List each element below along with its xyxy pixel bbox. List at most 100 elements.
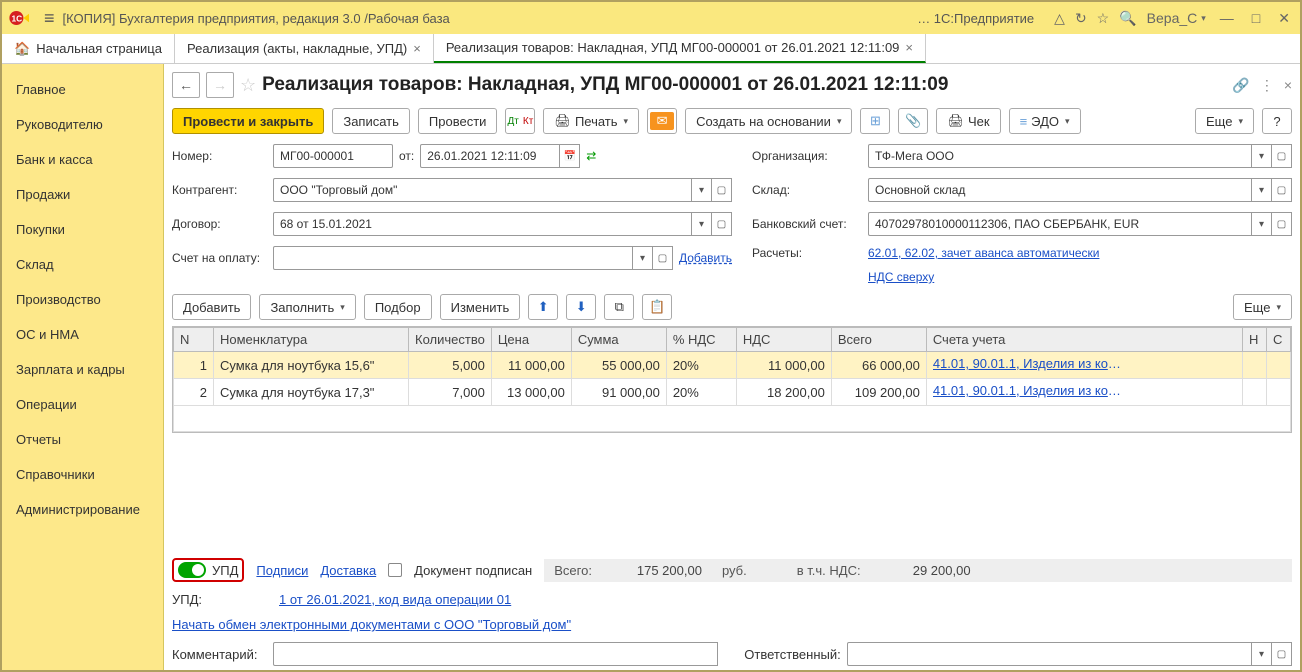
- open-icon[interactable]: ▢: [1272, 642, 1292, 666]
- sidebar-item[interactable]: Покупки: [2, 212, 163, 247]
- col-price[interactable]: Цена: [491, 328, 571, 352]
- sidebar-item[interactable]: Производство: [2, 282, 163, 317]
- calendar-icon[interactable]: 📅: [560, 144, 580, 168]
- col-total[interactable]: Всего: [831, 328, 926, 352]
- move-down-button[interactable]: ⬇: [566, 294, 596, 320]
- sidebar-item[interactable]: ОС и НМА: [2, 317, 163, 352]
- history-icon[interactable]: ↻: [1075, 10, 1087, 27]
- print-button[interactable]: 🖨Печать▾: [543, 108, 639, 134]
- contract-input[interactable]: 68 от 15.01.2021 ▾ ▢: [273, 212, 732, 236]
- warehouse-input[interactable]: Основной склад ▾ ▢: [868, 178, 1292, 202]
- col-vat[interactable]: НДС: [736, 328, 831, 352]
- kebab-icon[interactable]: ⋮: [1260, 77, 1274, 94]
- sidebar-item[interactable]: Справочники: [2, 457, 163, 492]
- select-button[interactable]: Подбор: [364, 294, 432, 320]
- open-icon[interactable]: ▢: [1272, 144, 1292, 168]
- open-icon[interactable]: ▢: [1272, 212, 1292, 236]
- link-icon[interactable]: 🔗: [1232, 77, 1249, 94]
- comment-input[interactable]: [273, 642, 718, 666]
- envelope-button[interactable]: ✉: [647, 108, 677, 134]
- close-form-icon[interactable]: ×: [1284, 77, 1292, 93]
- col-qty[interactable]: Количество: [409, 328, 492, 352]
- col-nomenclature[interactable]: Номенклатура: [214, 328, 409, 352]
- chevron-down-icon[interactable]: ▾: [633, 246, 653, 270]
- sidebar-item[interactable]: Банк и касса: [2, 142, 163, 177]
- accounts-link[interactable]: 41.01, 90.01.1, Изделия из кожи, 90.0…: [933, 383, 1123, 398]
- signatures-link[interactable]: Подписи: [256, 563, 308, 578]
- chevron-down-icon[interactable]: ▾: [1252, 144, 1272, 168]
- table-row[interactable]: 2 Сумка для ноутбука 17,3" 7,000 13 000,…: [174, 379, 1291, 406]
- chevron-down-icon[interactable]: ▾: [1252, 212, 1272, 236]
- col-n2[interactable]: Н: [1243, 328, 1267, 352]
- favorite-star-icon[interactable]: ☆: [240, 75, 256, 96]
- accounts-link[interactable]: 41.01, 90.01.1, Изделия из кожи, 90.0…: [933, 356, 1123, 371]
- structure-button[interactable]: ⊞: [860, 108, 890, 134]
- back-button[interactable]: ←: [172, 72, 200, 98]
- start-edo-link[interactable]: Начать обмен электронными документами с …: [172, 617, 571, 632]
- chevron-down-icon[interactable]: ▾: [692, 212, 712, 236]
- organization-input[interactable]: ТФ-Мега ООО ▾ ▢: [868, 144, 1292, 168]
- close-window-icon[interactable]: ✕: [1274, 10, 1294, 27]
- create-based-button[interactable]: Создать на основании▾: [685, 108, 852, 134]
- sidebar-item[interactable]: Главное: [2, 72, 163, 107]
- counterparty-input[interactable]: ООО "Торговый дом" ▾ ▢: [273, 178, 732, 202]
- add-row-button[interactable]: Добавить: [172, 294, 251, 320]
- chevron-down-icon[interactable]: ▾: [692, 178, 712, 202]
- col-sum[interactable]: Сумма: [571, 328, 666, 352]
- sidebar-item[interactable]: Зарплата и кадры: [2, 352, 163, 387]
- fill-button[interactable]: Заполнить▾: [259, 294, 355, 320]
- close-icon[interactable]: ×: [905, 40, 913, 55]
- col-n[interactable]: N: [174, 328, 214, 352]
- doc-signed-checkbox[interactable]: [388, 563, 402, 577]
- chevron-down-icon[interactable]: ▾: [1252, 642, 1272, 666]
- cheque-button[interactable]: 🖨Чек: [936, 108, 1000, 134]
- bank-account-input[interactable]: 40702978010000112306, ПАО СБЕРБАНК, EUR …: [868, 212, 1292, 236]
- open-icon[interactable]: ▢: [1272, 178, 1292, 202]
- table-row[interactable]: 1 Сумка для ноутбука 15,6" 5,000 11 000,…: [174, 352, 1291, 379]
- save-button[interactable]: Записать: [332, 108, 410, 134]
- tab-sales-list[interactable]: Реализация (акты, накладные, УПД) ×: [175, 34, 434, 63]
- chevron-down-icon[interactable]: ▾: [1252, 178, 1272, 202]
- sidebar-item[interactable]: Администрирование: [2, 492, 163, 527]
- sidebar-item[interactable]: Продажи: [2, 177, 163, 212]
- sidebar-item[interactable]: Склад: [2, 247, 163, 282]
- number-input[interactable]: МГ00-000001: [273, 144, 393, 168]
- col-accounts[interactable]: Счета учета: [926, 328, 1242, 352]
- change-button[interactable]: Изменить: [440, 294, 521, 320]
- upd-toggle[interactable]: [178, 562, 206, 578]
- vat-mode-link[interactable]: НДС сверху: [868, 270, 934, 284]
- date-input[interactable]: 26.01.2021 12:11:09 📅: [420, 144, 580, 168]
- bell-icon[interactable]: △: [1054, 10, 1065, 27]
- open-icon[interactable]: ▢: [712, 178, 732, 202]
- more-button[interactable]: Еще▾: [1195, 108, 1254, 134]
- settlements-link[interactable]: 62.01, 62.02, зачет аванса автоматически: [868, 246, 1099, 260]
- sidebar-item[interactable]: Отчеты: [2, 422, 163, 457]
- favorites-icon[interactable]: ☆: [1097, 10, 1110, 27]
- add-invoice-link[interactable]: Добавить: [679, 251, 732, 265]
- post-button[interactable]: Провести: [418, 108, 498, 134]
- search-icon[interactable]: 🔍: [1119, 10, 1136, 27]
- attachment-button[interactable]: 📎: [898, 108, 928, 134]
- restore-icon[interactable]: □: [1248, 10, 1264, 26]
- col-vatp[interactable]: % НДС: [666, 328, 736, 352]
- col-s[interactable]: С: [1267, 328, 1291, 352]
- edo-button[interactable]: ≡ЭДО▾: [1009, 108, 1081, 134]
- responsible-input[interactable]: ▾ ▢: [847, 642, 1292, 666]
- table-more-button[interactable]: Еще▾: [1233, 294, 1292, 320]
- paste-button[interactable]: 📋: [642, 294, 672, 320]
- invoice-input[interactable]: ▾ ▢: [273, 246, 673, 270]
- copy-button[interactable]: ⧉: [604, 294, 634, 320]
- help-button[interactable]: ?: [1262, 108, 1292, 134]
- move-up-button[interactable]: ⬆: [528, 294, 558, 320]
- open-icon[interactable]: ▢: [712, 212, 732, 236]
- goods-table[interactable]: N Номенклатура Количество Цена Сумма % Н…: [172, 326, 1292, 433]
- close-icon[interactable]: ×: [413, 41, 421, 56]
- delivery-link[interactable]: Доставка: [320, 563, 376, 578]
- open-icon[interactable]: ▢: [653, 246, 673, 270]
- sidebar-item[interactable]: Операции: [2, 387, 163, 422]
- current-user[interactable]: Вера_С ▾: [1147, 10, 1206, 26]
- main-menu-icon[interactable]: ≡: [44, 8, 55, 29]
- dt-kt-button[interactable]: ДтКт: [505, 108, 535, 134]
- tab-sales-document[interactable]: Реализация товаров: Накладная, УПД МГ00-…: [434, 34, 926, 63]
- post-and-close-button[interactable]: Провести и закрыть: [172, 108, 324, 134]
